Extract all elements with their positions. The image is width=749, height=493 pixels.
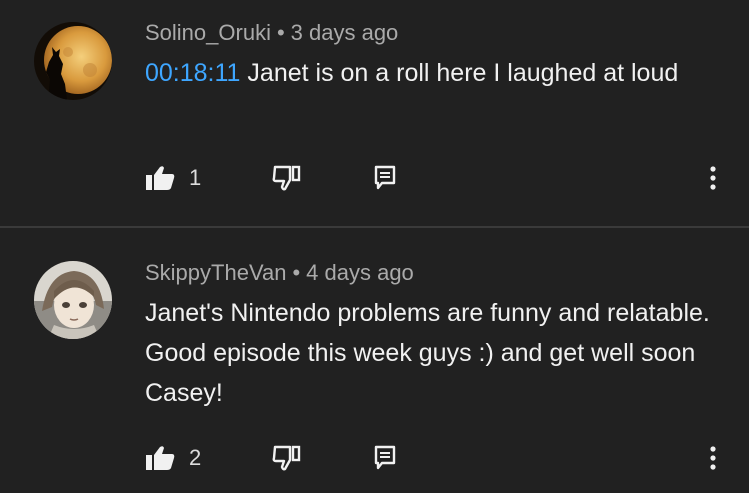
avatar[interactable] [34,261,112,339]
dislike-button[interactable] [272,438,302,478]
more-vert-icon [710,166,716,190]
thumbs-down-icon [272,445,301,471]
comment-actions: 1 [0,158,749,198]
like-count: 2 [189,445,202,470]
meta-separator: • [292,260,301,285]
more-vert-icon [710,446,716,470]
comment-meta: Solino_Oruki • 3 days ago [145,20,398,46]
wolf-moon-avatar-icon [34,22,112,100]
comment-actions: 2 [0,438,749,478]
author-name[interactable]: Solino_Oruki [145,20,271,45]
more-options-button[interactable] [706,438,720,478]
more-options-button[interactable] [706,158,720,198]
dislike-button[interactable] [272,158,302,198]
comment-item: Solino_Oruki • 3 days ago 00:18:11 Janet i… [0,0,749,226]
comment-text: Janet's Nintendo problems are funny and … [145,293,725,413]
comment-age: 3 days ago [290,20,399,45]
avatar[interactable] [34,22,112,100]
comment-body: Janet's Nintendo problems are funny and … [145,299,710,407]
comment-meta: SkippyTheVan • 4 days ago [145,260,414,286]
comment-item: SkippyTheVan • 4 days ago Janet's Nintendo… [0,228,749,493]
comment-body: Janet is on a roll here I laughed at lou… [240,59,679,87]
like-button[interactable]: 2 [145,438,201,478]
reply-button[interactable] [374,438,396,478]
thumbs-up-icon [146,446,175,470]
author-name[interactable]: SkippyTheVan [145,260,286,285]
thumbs-up-icon [146,166,175,190]
timestamp-link[interactable]: 00:18:11 [145,59,240,87]
like-count: 1 [189,165,202,190]
comment-text: 00:18:11 Janet is on a roll here I laugh… [145,53,725,93]
reply-icon [374,165,396,190]
meta-separator: • [276,20,285,45]
comment-age: 4 days ago [306,260,414,285]
like-button[interactable]: 1 [145,158,201,198]
thumbs-down-icon [272,165,301,191]
anime-character-avatar-icon [34,261,112,339]
reply-button[interactable] [374,158,396,198]
reply-icon [374,445,396,470]
